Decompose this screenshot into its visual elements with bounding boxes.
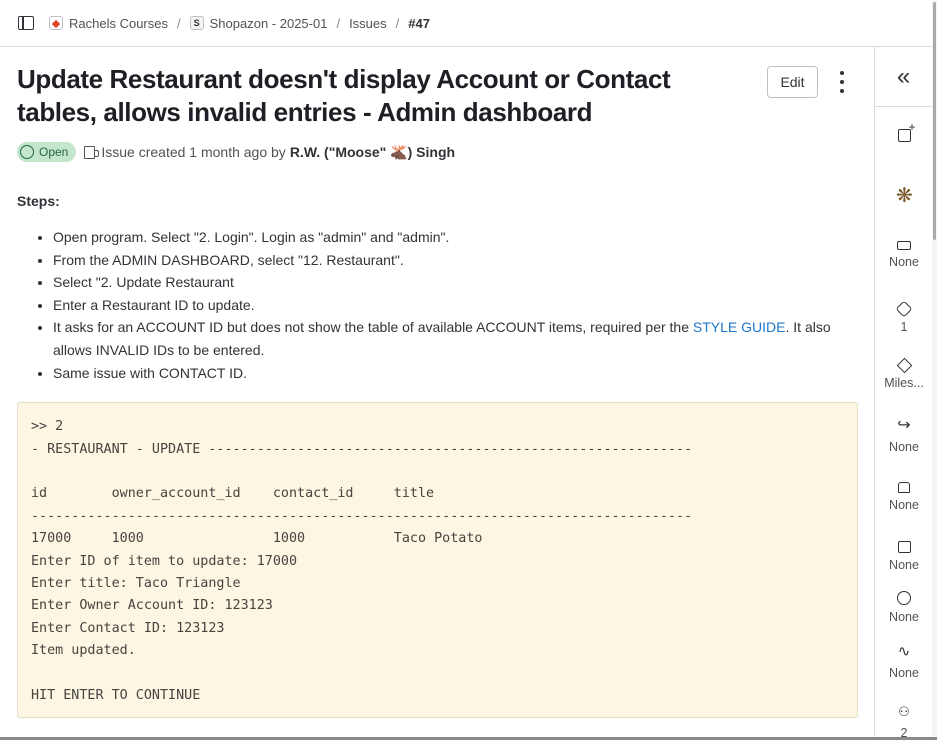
sidebar-item-weight[interactable]: None [875,479,933,512]
list-item: Open program. Select "2. Login". Login a… [53,226,859,249]
health-status-icon: ∿ [897,643,911,660]
style-guide-link[interactable]: STYLE GUIDE [693,319,786,335]
add-todo-icon [897,120,916,142]
breadcrumb-separator: / [336,15,341,31]
participants-icon: ⚇ [898,704,910,719]
scrollbar-thumb[interactable] [933,2,936,240]
breadcrumb-separator: / [177,15,181,31]
issue-type-icon [84,145,100,159]
list-item: From the ADMIN DASHBOARD, select "12. Re… [53,249,859,272]
sidebar-value: None [889,558,919,572]
steps-list: Open program. Select "2. Login". Login a… [17,226,859,384]
created-text: Issue created 1 month ago by [101,144,286,160]
sidebar-value: Miles... [884,376,924,390]
weight-icon [898,482,910,493]
breadcrumb-project-label: Shopazon - 2025-01 [209,15,328,31]
issue-meta: Open Issue created 1 month ago by R.W. (… [17,141,859,163]
right-sidebar: « ❋ None 1 Miles... ↪ None None None Non… [874,47,932,740]
issue-main: Update Restaurant doesn't display Accoun… [17,47,859,719]
collapse-sidebar-icon[interactable]: « [875,47,932,107]
code-block: >> 2 - RESTAURANT - UPDATE -------------… [17,402,858,719]
breadcrumb-separator: / [395,15,400,31]
sidebar-item-participants[interactable]: ⚇ 2 [875,705,933,740]
sidebar-item-iteration[interactable]: ↪ None [875,417,933,455]
sidebar-item-due-date[interactable]: None [875,539,933,572]
stopwatch-icon [897,591,911,605]
calendar-icon [897,541,911,553]
assignee-avatar: ❋ [896,185,913,207]
breadcrumb: Rachels Courses / S Shopazon - 2025-01 /… [49,16,430,31]
sidebar-item-milestone[interactable]: Miles... [875,357,933,390]
sidebar-item-labels[interactable]: 1 [875,300,933,334]
breadcrumb-item-issue-number[interactable]: #47 [408,16,430,31]
sidebar-item-todo[interactable] [875,120,933,147]
open-status-icon [20,145,34,159]
sidebar-item-epic[interactable]: None [875,238,933,269]
sidebar-value: 1 [900,320,908,334]
iteration-icon: ↪ [897,417,911,434]
sidebar-item-time-tracking[interactable]: None [875,591,933,624]
status-label: Open [39,145,69,159]
sidebar-value: None [889,255,919,269]
sidebar-item-health-status[interactable]: ∿ None [875,643,933,680]
group-avatar-icon [49,16,63,30]
sidebar-toggle-icon[interactable] [18,16,34,30]
step-text: It asks for an ACCOUNT ID but does not s… [53,319,693,336]
sidebar-value: None [889,666,919,680]
list-item: Same issue with CONTACT ID. [53,362,859,385]
label-icon [895,300,913,318]
top-bar: Rachels Courses / S Shopazon - 2025-01 /… [0,0,937,47]
more-actions-icon[interactable] [837,71,847,93]
sidebar-value: None [889,610,919,624]
project-avatar-icon: S [189,16,204,30]
sidebar-value: None [889,440,919,454]
sidebar-value: None [889,498,919,512]
status-badge: Open [17,142,77,162]
breadcrumb-item-project[interactable]: S Shopazon - 2025-01 [189,15,328,31]
author-link[interactable]: R.W. ("Moose" 🫎) Singh [290,144,455,161]
list-item: It asks for an ACCOUNT ID but does not s… [53,316,859,361]
breadcrumb-group-label: Rachels Courses [69,15,168,31]
breadcrumb-item-group[interactable]: Rachels Courses [49,16,168,31]
milestone-icon [896,357,912,374]
sidebar-item-assignee[interactable]: ❋ [875,185,933,208]
breadcrumb-item-issues[interactable]: Issues [349,16,387,31]
issue-title: Update Restaurant doesn't display Accoun… [17,64,671,127]
epic-icon [897,241,911,250]
steps-heading: Steps: [17,193,60,209]
list-item: Enter a Restaurant ID to update. [53,294,859,317]
list-item: Select "2. Update Restaurant [53,271,859,294]
edit-button[interactable]: Edit [767,66,818,98]
